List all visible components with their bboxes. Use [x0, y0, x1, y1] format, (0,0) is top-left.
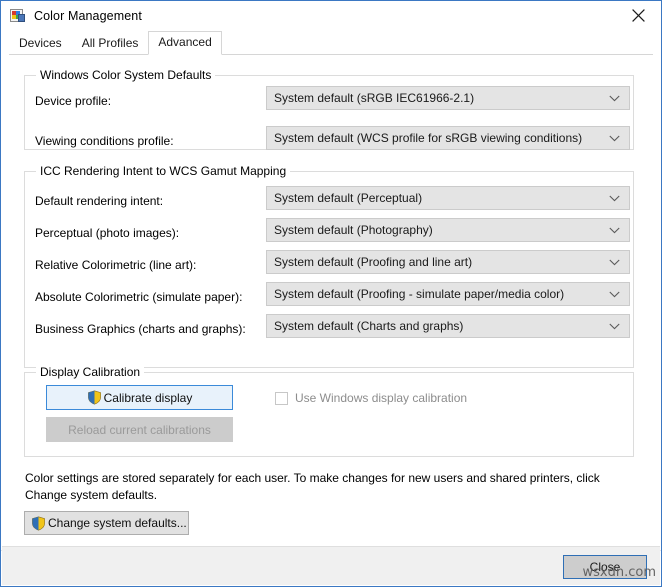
group-title-icc-gamut: ICC Rendering Intent to WCS Gamut Mappin…: [36, 164, 291, 178]
chevron-down-icon: [609, 251, 620, 273]
label-absolute-colorimetric: Absolute Colorimetric (simulate paper):: [35, 290, 243, 304]
chevron-down-icon: [609, 283, 620, 305]
label-default-rendering-intent: Default rendering intent:: [35, 194, 164, 208]
combo-perceptual[interactable]: System default (Photography): [266, 218, 630, 242]
calibrate-display-button[interactable]: Calibrate display: [46, 385, 233, 410]
reload-current-calibrations-button: Reload current calibrations: [46, 417, 233, 442]
tab-devices[interactable]: Devices: [9, 32, 72, 55]
close-button-label: Close: [589, 560, 621, 574]
tab-advanced-label: Advanced: [158, 35, 212, 49]
label-viewing-conditions-profile: Viewing conditions profile:: [35, 134, 174, 148]
use-windows-display-calibration-label: Use Windows display calibration: [295, 391, 468, 405]
tab-all-profiles[interactable]: All Profiles: [72, 32, 149, 55]
combo-absolute-colorimetric[interactable]: System default (Proofing - simulate pape…: [266, 282, 630, 306]
combo-viewing-conditions-profile[interactable]: System default (WCS profile for sRGB vie…: [266, 126, 630, 150]
chevron-down-icon: [609, 87, 620, 109]
combo-relative-colorimetric[interactable]: System default (Proofing and line art): [266, 250, 630, 274]
combo-device-profile[interactable]: System default (sRGB IEC61966-2.1): [266, 86, 630, 110]
combo-business-graphics-value: System default (Charts and graphs): [274, 319, 464, 333]
tab-devices-label: Devices: [19, 36, 62, 50]
calibrate-display-label: Calibrate display: [103, 390, 193, 405]
combo-business-graphics[interactable]: System default (Charts and graphs): [266, 314, 630, 338]
color-settings-note: Color settings are stored separately for…: [25, 471, 600, 502]
change-system-defaults-button[interactable]: Change system defaults...: [24, 511, 189, 535]
tab-strip: Devices All Profiles Advanced: [9, 31, 653, 55]
label-perceptual: Perceptual (photo images):: [35, 226, 180, 240]
advanced-tab-panel: Windows Color System Defaults Device pro…: [1, 55, 661, 551]
combo-relative-colorimetric-value: System default (Proofing and line art): [274, 255, 473, 269]
label-business-graphics: Business Graphics (charts and graphs):: [35, 322, 246, 336]
chevron-down-icon: [609, 127, 620, 149]
color-management-window: Color Management Devices All Profiles Ad…: [0, 0, 662, 587]
chevron-down-icon: [609, 219, 620, 241]
chevron-down-icon: [609, 187, 620, 209]
change-system-defaults-label: Change system defaults...: [48, 516, 187, 530]
combo-device-profile-value: System default (sRGB IEC61966-2.1): [274, 91, 475, 105]
close-icon[interactable]: [615, 1, 661, 30]
group-title-display-calibration: Display Calibration: [36, 365, 145, 379]
dialog-footer: Close: [2, 546, 660, 585]
tab-advanced[interactable]: Advanced: [148, 31, 222, 55]
checkbox-box-icon: [275, 391, 288, 405]
shield-icon: [31, 515, 46, 531]
combo-absolute-colorimetric-value: System default (Proofing - simulate pape…: [274, 287, 565, 301]
combo-default-rendering-intent-value: System default (Perceptual): [274, 191, 423, 205]
reload-current-calibrations-label: Reload current calibrations: [68, 422, 211, 437]
tab-all-profiles-label: All Profiles: [81, 36, 139, 50]
chevron-down-icon: [609, 315, 620, 337]
combo-perceptual-value: System default (Photography): [274, 223, 433, 237]
group-title-wcs-defaults: Windows Color System Defaults: [36, 68, 216, 82]
color-management-icon: [10, 8, 26, 24]
close-button[interactable]: Close: [563, 555, 647, 579]
combo-viewing-conditions-profile-value: System default (WCS profile for sRGB vie…: [274, 131, 583, 145]
label-relative-colorimetric: Relative Colorimetric (line art):: [35, 258, 197, 272]
window-title: Color Management: [34, 9, 142, 23]
title-bar: Color Management: [1, 1, 661, 31]
label-device-profile: Device profile:: [35, 94, 112, 108]
combo-default-rendering-intent[interactable]: System default (Perceptual): [266, 186, 630, 210]
shield-icon: [87, 390, 102, 405]
use-windows-display-calibration-checkbox[interactable]: Use Windows display calibration: [275, 391, 467, 405]
